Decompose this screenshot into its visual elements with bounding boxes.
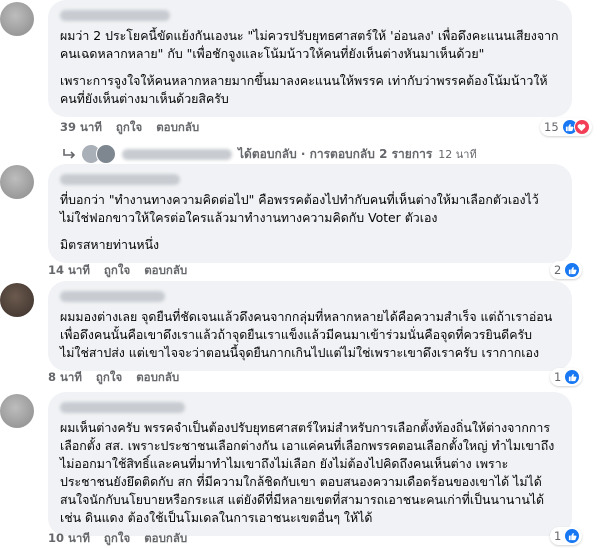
comment-actions: 10 นาที ถูกใจ ตอบกลับ [48, 530, 187, 548]
like-thumb-icon [564, 262, 581, 278]
reply-button[interactable]: ตอบกลับ [144, 530, 187, 548]
reaction-count[interactable]: 2 [550, 261, 583, 279]
reaction-count[interactable]: 1 [550, 527, 583, 545]
commenter-avatar[interactable] [0, 165, 34, 199]
commenter-name-redacted[interactable] [60, 174, 180, 185]
comment-text: ที่บอกว่า "ทำงานทางความคิดต่อไป" คือพรรค… [60, 192, 539, 225]
reply-arrow-icon [63, 149, 76, 159]
comment-bubble: ผมเห็นต่างครับ พรรคจำเป็นต้องปรับยุทธศาส… [48, 392, 572, 536]
reaction-number: 2 [554, 263, 562, 277]
like-button[interactable]: ถูกใจ [116, 119, 142, 137]
comment-actions: 8 นาที ถูกใจ ตอบกลับ [48, 369, 179, 387]
reaction-count[interactable]: 1 [550, 368, 583, 386]
like-thumb-icon [564, 528, 581, 544]
comment-time[interactable]: 14 นาที [48, 262, 90, 280]
reply-button[interactable]: ตอบกลับ [144, 262, 187, 280]
commenter-name-redacted[interactable] [60, 402, 185, 413]
replies-summary: ได้ตอบกลับ · การตอบกลับ 2 รายการ [238, 146, 433, 161]
comment-actions: 39 นาที ถูกใจ ตอบกลับ [60, 119, 199, 137]
like-button[interactable]: ถูกใจ [96, 369, 122, 387]
like-button[interactable]: ถูกใจ [104, 262, 130, 280]
reaction-number: 15 [544, 120, 559, 134]
comment-time[interactable]: 39 นาที [60, 119, 102, 137]
replier-name-redacted [122, 148, 232, 160]
reply-button[interactable]: ตอบกลับ [156, 119, 199, 137]
comment-actions: 14 นาที ถูกใจ ตอบกลับ [48, 262, 187, 280]
comment-text: เพราะการจูงใจให้คนหลากหลายมากขึ้นมาลงคะแ… [60, 73, 548, 106]
commenter-avatar[interactable] [0, 283, 34, 317]
commenter-name-redacted[interactable] [60, 291, 165, 302]
comment-time[interactable]: 8 นาที [48, 369, 82, 387]
reaction-count[interactable]: 15 [540, 118, 592, 136]
comment-text: ผมมองต่างเลย จุดยืนที่ชัดเจนแล้วดึงคนจาก… [60, 309, 553, 360]
reply-button[interactable]: ตอบกลับ [136, 369, 179, 387]
like-button[interactable]: ถูกใจ [104, 530, 130, 548]
comment-text: ผมว่า 2 ประโยคนี้ขัดแย้งกันเองนะ "ไม่ควร… [60, 28, 559, 61]
comment-text: ผมเห็นต่างครับ พรรคจำเป็นต้องปรับยุทธศาส… [60, 420, 555, 525]
reaction-number: 1 [554, 370, 562, 384]
commenter-avatar[interactable] [0, 394, 34, 428]
reaction-number: 1 [554, 529, 562, 543]
replier-avatar [96, 144, 116, 164]
replies-time: 12 นาที [438, 148, 477, 161]
comment-text: มิตรสหายท่านหนึ่ง [60, 237, 160, 252]
comment-bubble: ที่บอกว่า "ทำงานทางความคิดต่อไป" คือพรรค… [48, 164, 572, 263]
comment-time[interactable]: 10 นาที [48, 530, 90, 548]
comment-bubble: ผมว่า 2 ประโยคนี้ขัดแย้งกันเองนะ "ไม่ควร… [48, 0, 572, 117]
commenter-avatar[interactable] [0, 2, 34, 36]
like-thumb-icon [564, 369, 581, 385]
love-heart-icon [573, 119, 590, 135]
view-replies-link[interactable]: ได้ตอบกลับ · การตอบกลับ 2 รายการ 12 นาที [62, 144, 477, 164]
commenter-name-redacted[interactable] [60, 10, 170, 21]
comment-bubble: ผมมองต่างเลย จุดยืนที่ชัดเจนแล้วดึงคนจาก… [48, 281, 572, 371]
